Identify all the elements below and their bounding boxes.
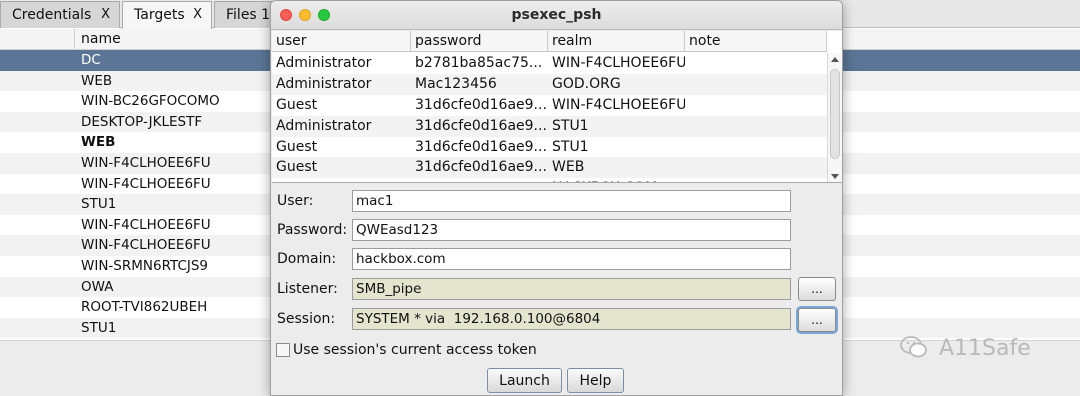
table-cell-user: Guest (276, 159, 318, 176)
table-cell-password: Mac123456 (415, 75, 497, 92)
target-name-cell: WEB (81, 134, 116, 151)
scroll-up-icon[interactable] (831, 57, 839, 62)
scroll-down-icon[interactable] (831, 174, 839, 179)
listener-browse-button[interactable]: ... (798, 277, 836, 301)
tab-close-icon[interactable]: X (101, 2, 110, 28)
target-name-cell: WIN-F4CLHOEE6FU (81, 154, 211, 171)
target-name-cell: DC (81, 52, 101, 68)
target-name-cell: STU1 (81, 319, 117, 336)
target-name-cell: WIN-F4CLHOEE6FU (81, 216, 211, 233)
psexec-dialog: psexec_psh user password realm note Admi… (270, 0, 843, 396)
table-cell-realm: STU1 (552, 138, 589, 155)
column-header-realm[interactable]: realm (548, 31, 685, 52)
target-name-cell: STU1 (81, 196, 117, 213)
password-label: Password: (277, 222, 348, 238)
target-name-cell: ROOT-TVI862UBEH (81, 299, 208, 316)
vertical-scrollbar[interactable] (827, 53, 842, 182)
scrollbar-thumb[interactable] (830, 69, 840, 159)
listener-label: Listener: (277, 281, 338, 297)
table-row[interactable]: Guest 31d6cfe0d16ae9... WEB (272, 157, 827, 179)
table-cell-realm: WIN-F4CLHOEE6FU (552, 55, 685, 71)
target-name-cell: WIN-BC26GFOCOMO (81, 93, 220, 110)
access-token-label[interactable]: Use session's current access token (293, 342, 537, 358)
table-row[interactable]: HACKBOX.COM (272, 178, 827, 182)
target-name-cell: OWA (81, 278, 114, 295)
column-header-name[interactable]: name (81, 31, 121, 47)
table-cell-user: Guest (276, 138, 318, 155)
credentials-table-header: user password realm note (272, 31, 827, 52)
domain-field[interactable] (352, 248, 791, 270)
session-field[interactable] (352, 308, 791, 330)
table-row[interactable]: Guest 31d6cfe0d16ae9... WIN-F4CLHOEE6FU (272, 95, 827, 116)
watermark-text: A11Safe (939, 336, 1031, 361)
password-field[interactable] (352, 219, 791, 241)
table-cell-password: 31d6cfe0d16ae9... (415, 159, 547, 176)
target-name-cell: WIN-F4CLHOEE6FU (81, 175, 211, 192)
table-row[interactable]: Administrator b2781ba85ac75... WIN-F4CLHOE… (272, 53, 827, 74)
target-name-cell: WIN-SRMN6RTCJS9 (81, 257, 209, 274)
table-cell-password: 31d6cfe0d16ae9... (415, 96, 547, 113)
watermark: A11Safe (900, 336, 1031, 366)
table-cell-user: Administrator (276, 117, 372, 134)
table-cell-realm: WEB (552, 159, 585, 176)
target-name-cell: WEB (81, 72, 113, 89)
wechat-icon (900, 336, 927, 358)
tab-close-icon[interactable]: X (193, 2, 202, 28)
tab-targets[interactable]: Targets X (122, 1, 212, 29)
table-cell-realm: GOD.ORG (552, 75, 621, 92)
access-token-checkbox[interactable] (276, 343, 290, 357)
table-cell-realm: WIN-F4CLHOEE6FU (552, 96, 685, 113)
user-label: User: (277, 193, 314, 209)
session-label: Session: (277, 311, 336, 327)
credentials-table-body: Administrator b2781ba85ac75... WIN-F4CLHOE… (272, 53, 827, 182)
table-row[interactable]: Administrator 31d6cfe0d16ae9... STU1 (272, 115, 827, 137)
column-header-user[interactable]: user (272, 31, 411, 52)
dialog-title: psexec_psh (511, 7, 602, 23)
table-cell-user: Guest (276, 96, 318, 113)
table-cell-password: 31d6cfe0d16ae9... (415, 138, 547, 155)
credentials-table: user password realm note Administrator b2… (272, 31, 842, 183)
table-row[interactable]: Guest 31d6cfe0d16ae9... STU1 (272, 137, 827, 158)
listener-field[interactable] (352, 278, 791, 300)
table-cell-password: b2781ba85ac75... (415, 55, 543, 71)
tab-label: Files 1 (226, 7, 271, 23)
domain-label: Domain: (277, 251, 337, 267)
session-browse-button[interactable]: ... (798, 308, 836, 332)
target-name-cell: DESKTOP-JKLESTF (81, 113, 203, 130)
table-cell-password: 31d6cfe0d16ae9... (415, 117, 547, 134)
tab-label: Targets (134, 7, 185, 23)
launch-button[interactable]: Launch (487, 368, 562, 393)
column-header-note[interactable]: note (685, 31, 827, 52)
table-row[interactable]: Administrator Mac123456 GOD.ORG (272, 73, 827, 95)
table-cell-user: Administrator (276, 75, 372, 92)
dialog-titlebar[interactable]: psexec_psh (271, 1, 842, 30)
table-cell-user: Administrator (276, 55, 372, 71)
table-cell-realm: HACKBOX.COM (548, 178, 685, 182)
target-name-cell: WIN-F4CLHOEE6FU (81, 237, 211, 254)
table-cell-realm: STU1 (552, 117, 589, 134)
tab-label: Credentials (12, 7, 92, 23)
tab-credentials[interactable]: Credentials X (0, 1, 120, 28)
user-field[interactable] (352, 190, 791, 212)
help-button[interactable]: Help (567, 368, 624, 393)
column-divider (74, 29, 75, 50)
column-header-password[interactable]: password (411, 31, 548, 52)
